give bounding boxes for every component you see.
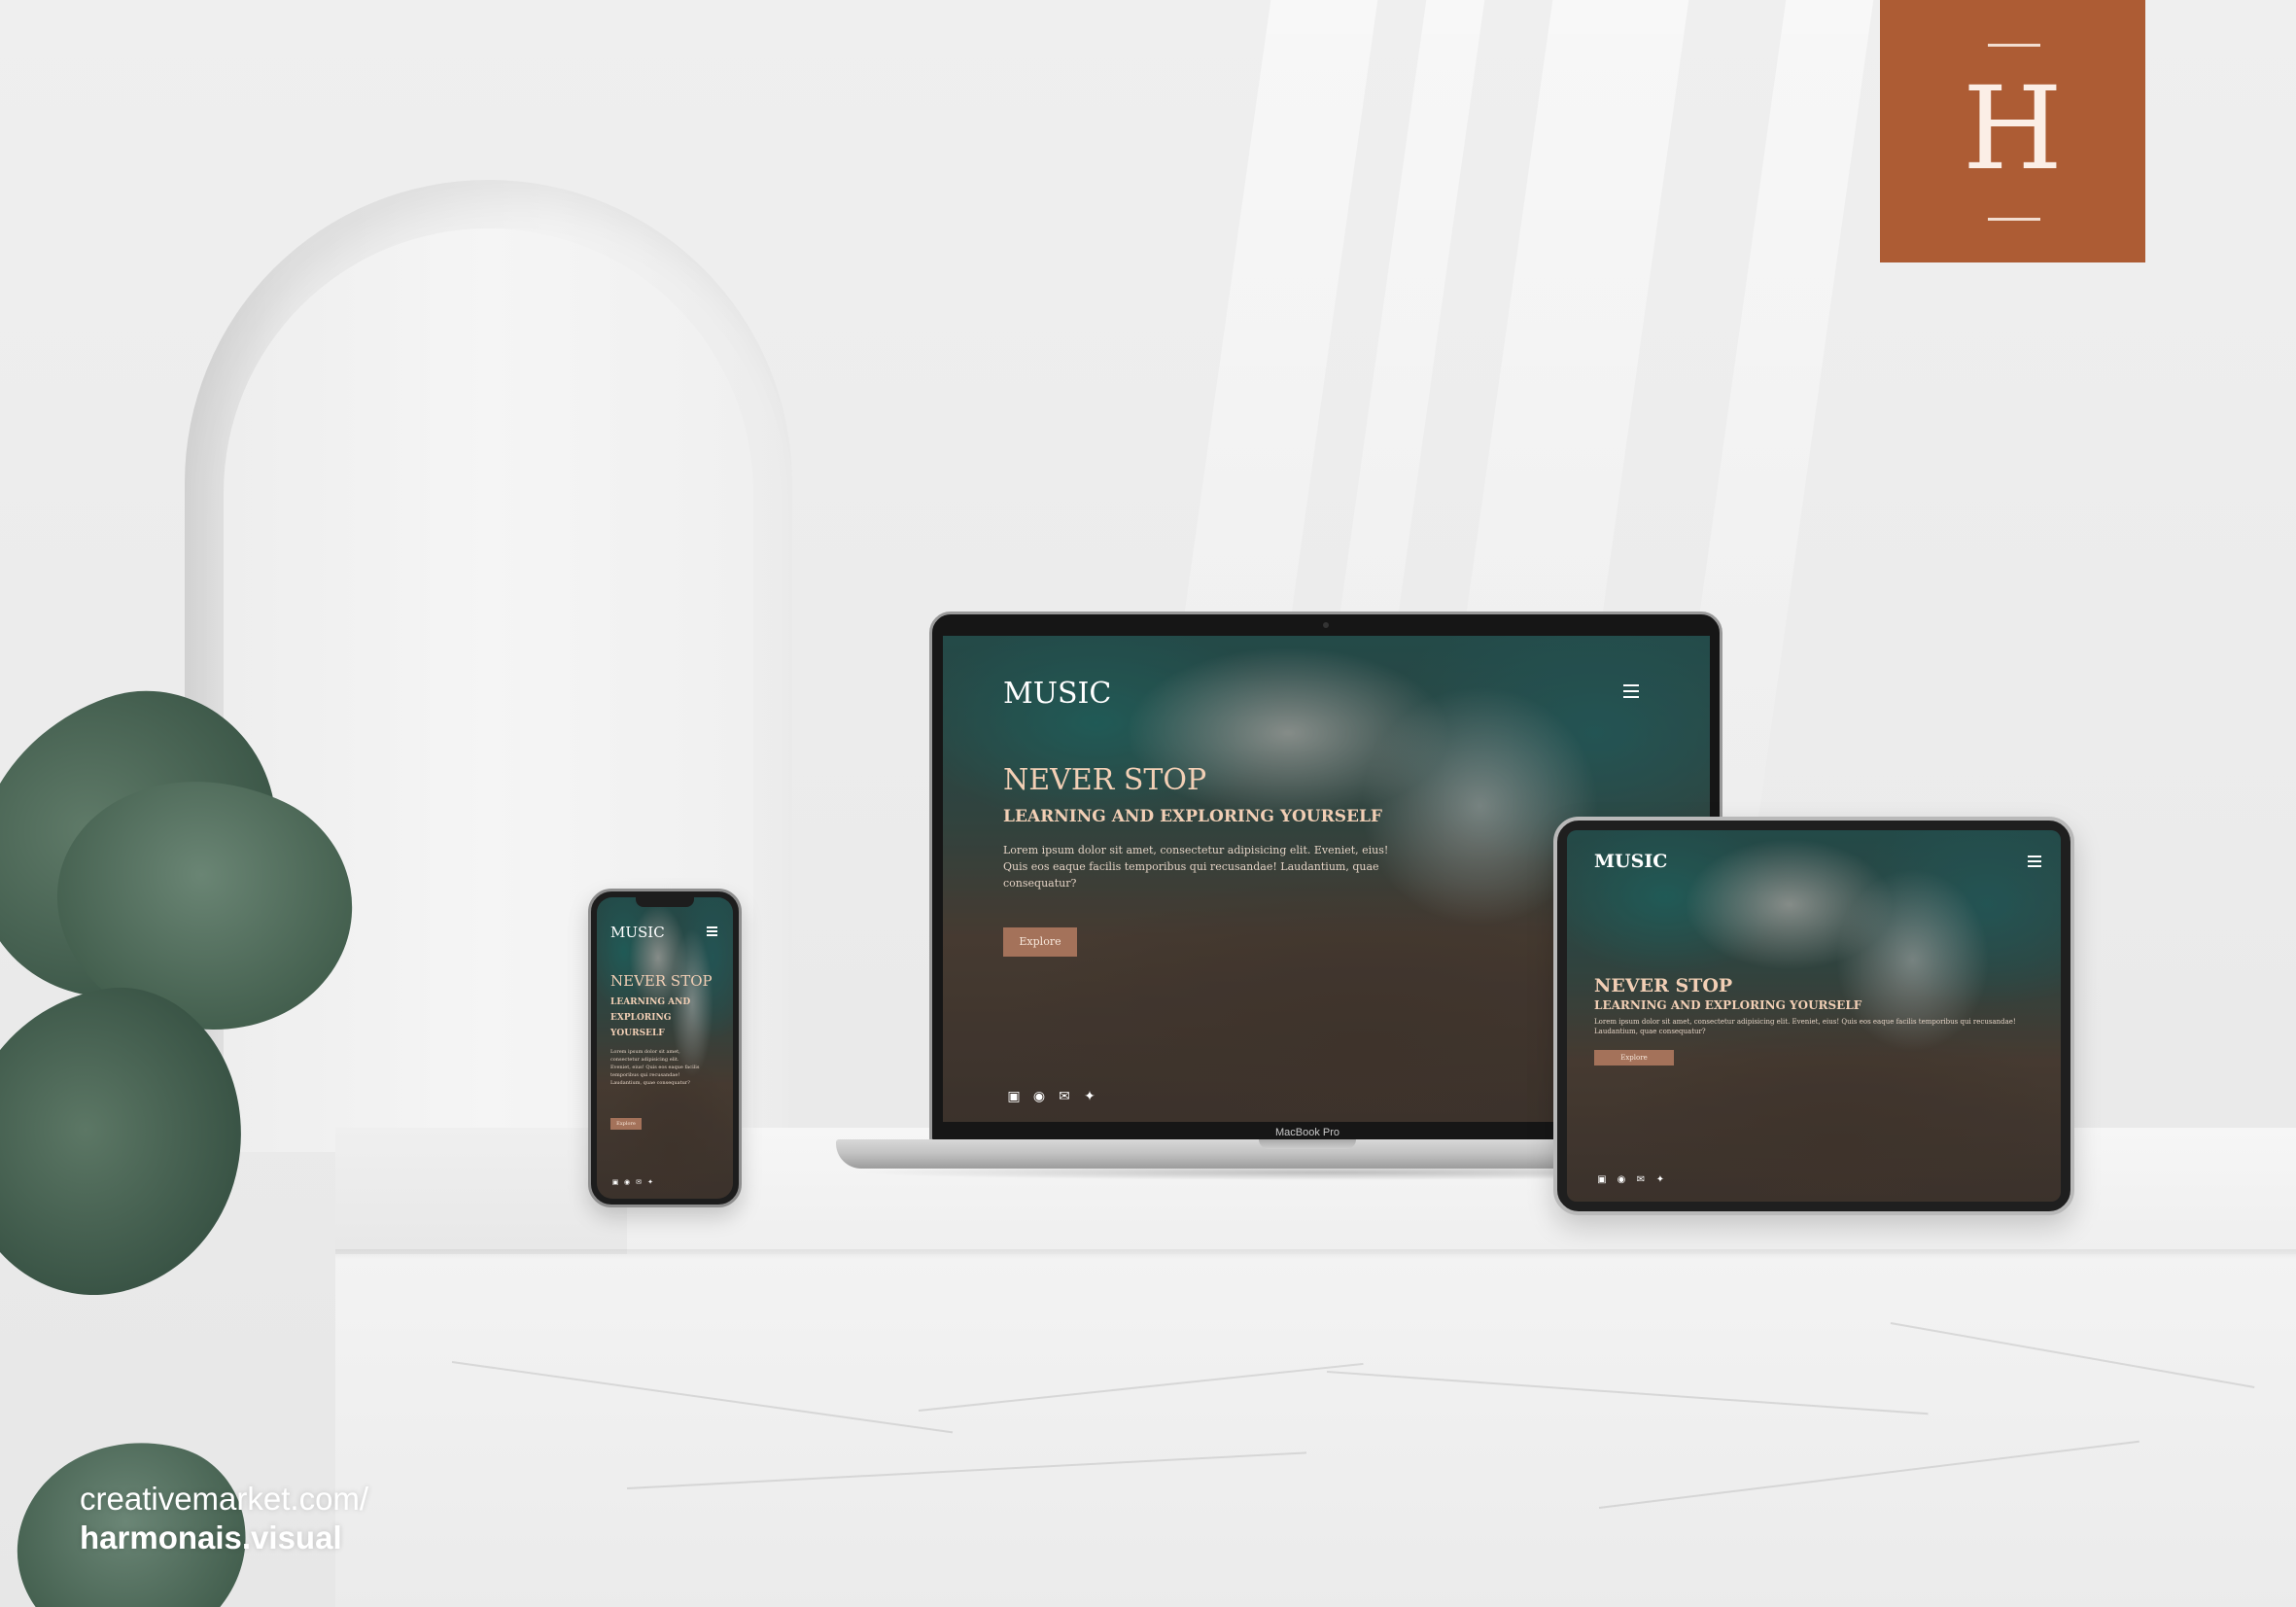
mockup-scene: H creativemarket.com/ harmonais.visual M…	[0, 0, 2296, 1607]
explore-button[interactable]: Explore	[1003, 927, 1077, 957]
facebook-icon[interactable]: ▣	[1592, 1174, 1612, 1185]
email-icon[interactable]: ✉	[1052, 1089, 1077, 1104]
marble-vein	[1598, 1440, 2139, 1509]
explore-button[interactable]: Explore	[610, 1118, 642, 1130]
hero-overlay	[1567, 830, 2061, 1202]
instagram-icon[interactable]: ◉	[1612, 1174, 1631, 1185]
email-icon[interactable]: ✉	[633, 1178, 644, 1186]
laptop-opening-notch	[1259, 1139, 1356, 1149]
marble-block-front	[335, 1254, 2296, 1607]
hero-subheading: LEARNING AND EXPLORING YOURSELF	[610, 995, 690, 1041]
watermark-site: creativemarket.com/	[80, 1481, 369, 1517]
hero-subheading-line: YOURSELF	[610, 1029, 665, 1038]
twitter-icon[interactable]: ✦	[644, 1178, 656, 1186]
brand-badge-rule	[1988, 218, 2040, 221]
site-logo[interactable]: MUSIC	[1594, 850, 1667, 873]
brand-badge-rule	[1988, 44, 2040, 47]
instagram-icon[interactable]: ◉	[621, 1178, 633, 1186]
hero-subheading-line: EXPLORING	[610, 1013, 672, 1023]
marble-vein	[626, 1451, 1307, 1489]
hero-subheading-line: LEARNING AND	[610, 997, 691, 1007]
hero-paragraph: Lorem ipsum dolor sit amet, consectetur …	[1003, 844, 1389, 890]
marble-vein	[918, 1362, 1364, 1412]
hamburger-menu-icon[interactable]	[707, 926, 717, 936]
hero-heading: NEVER STOP	[610, 972, 713, 990]
watermark: creativemarket.com/ harmonais.visual	[80, 1480, 368, 1557]
explore-button[interactable]: Explore	[1594, 1050, 1674, 1066]
twitter-icon[interactable]: ✦	[1077, 1089, 1102, 1104]
hero-paragraph: Lorem ipsum dolor sit amet, consectetur …	[1594, 1018, 2016, 1035]
brand-logo-badge: H	[1880, 0, 2145, 262]
marble-edge-shadow	[335, 1249, 2296, 1259]
instagram-icon[interactable]: ◉	[1026, 1089, 1052, 1104]
site-logo[interactable]: MUSIC	[610, 924, 665, 941]
hamburger-menu-icon[interactable]	[1623, 684, 1639, 698]
social-links: ▣ ◉ ✉ ✦	[1001, 1089, 1102, 1104]
brand-letter: H	[1963, 61, 2063, 195]
hero-subheading: LEARNING AND EXPLORING YOURSELF	[1594, 998, 1862, 1012]
site-logo[interactable]: MUSIC	[1003, 677, 1111, 712]
social-links: ▣ ◉ ✉ ✦	[1592, 1174, 1670, 1185]
phone-website-screen: MUSIC NEVER STOP LEARNING AND EXPLORING …	[597, 897, 733, 1199]
social-links: ▣ ◉ ✉ ✦	[609, 1178, 656, 1186]
tablet-website-screen: MUSIC NEVER STOP LEARNING AND EXPLORING …	[1567, 830, 2061, 1202]
facebook-icon[interactable]: ▣	[1001, 1089, 1026, 1104]
watermark-shop: harmonais.visual	[80, 1520, 342, 1555]
marble-vein	[451, 1361, 954, 1434]
laptop-model-label: MacBook Pro	[1274, 1127, 1340, 1138]
hero-paragraph: Lorem ipsum dolor sit amet, consectetur …	[610, 1049, 700, 1086]
hero-heading: NEVER STOP	[1594, 975, 1733, 996]
hamburger-menu-icon[interactable]	[2028, 856, 2041, 867]
laptop-camera	[1323, 622, 1329, 628]
hero-subheading: LEARNING AND EXPLORING YOURSELF	[1003, 807, 1382, 826]
email-icon[interactable]: ✉	[1631, 1174, 1651, 1185]
facebook-icon[interactable]: ▣	[609, 1178, 621, 1186]
hero-heading: NEVER STOP	[1003, 763, 1207, 797]
twitter-icon[interactable]: ✦	[1651, 1174, 1670, 1185]
phone-notch	[636, 895, 694, 907]
marble-vein	[1326, 1371, 1929, 1415]
marble-vein	[1890, 1322, 2255, 1388]
